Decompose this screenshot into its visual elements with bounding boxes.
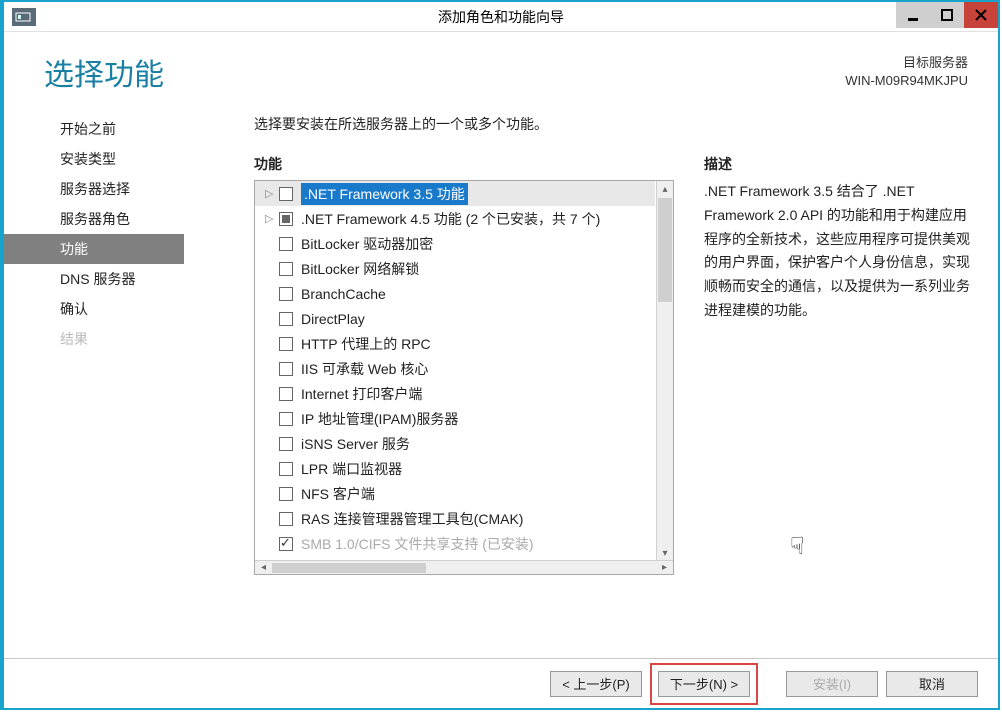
feature-label: DirectPlay [301, 311, 365, 327]
feature-row[interactable]: NFS 客户端 [255, 481, 655, 506]
vertical-scrollbar[interactable]: ▴ ▾ [656, 181, 673, 561]
checkbox[interactable] [279, 287, 293, 301]
wizard-sidebar: 开始之前 安装类型 服务器选择 服务器角色 功能 DNS 服务器 确认 结果 [4, 104, 184, 575]
feature-label: RAS 连接管理器管理工具包(CMAK) [301, 509, 523, 529]
horizontal-scrollbar[interactable]: ◂ ▸ [255, 560, 673, 574]
checkbox[interactable] [279, 437, 293, 451]
checkbox[interactable] [279, 312, 293, 326]
scroll-thumb[interactable] [658, 198, 672, 302]
sidebar-item-server-selection[interactable]: 服务器选择 [4, 174, 184, 204]
sidebar-item-server-roles[interactable]: 服务器角色 [4, 204, 184, 234]
window-title: 添加角色和功能向导 [438, 7, 564, 27]
checkbox[interactable] [279, 412, 293, 426]
checkbox[interactable] [279, 537, 293, 551]
destination-info: 目标服务器 WIN-M09R94MKJPU [845, 54, 968, 90]
feature-label: BitLocker 驱动器加密 [301, 234, 433, 254]
app-icon [12, 8, 36, 26]
checkbox[interactable] [279, 512, 293, 526]
wizard-footer: < 上一步(P) 下一步(N) > 安装(I) 取消 [4, 658, 998, 708]
feature-row[interactable]: RAS 连接管理器管理工具包(CMAK) [255, 506, 655, 531]
feature-label: BitLocker 网络解锁 [301, 259, 419, 279]
close-button[interactable] [964, 2, 998, 28]
feature-row[interactable]: SMB 1.0/CIFS 文件共享支持 (已安装) [255, 531, 655, 556]
destination-name: WIN-M09R94MKJPU [845, 72, 968, 90]
expand-icon[interactable]: ▷ [265, 212, 279, 225]
next-button[interactable]: 下一步(N) > [658, 671, 750, 697]
feature-label: NFS 客户端 [301, 484, 375, 504]
page-title: 选择功能 [44, 50, 164, 94]
scroll-left-icon[interactable]: ◂ [255, 562, 272, 573]
feature-row[interactable]: BitLocker 网络解锁 [255, 256, 655, 281]
feature-listbox: ▷ .NET Framework 3.5 功能 ▷ .NET Framework… [254, 180, 674, 575]
feature-label: Internet 打印客户端 [301, 384, 422, 404]
scroll-down-icon[interactable]: ▾ [657, 545, 673, 561]
expand-icon[interactable]: ▷ [265, 187, 279, 200]
checkbox[interactable] [279, 387, 293, 401]
feature-row[interactable]: iSNS Server 服务 [255, 431, 655, 456]
feature-row[interactable]: ▷ .NET Framework 4.5 功能 (2 个已安装，共 7 个) [255, 206, 655, 231]
sidebar-item-confirm[interactable]: 确认 [4, 294, 184, 324]
checkbox[interactable] [279, 212, 293, 226]
feature-label: LPR 端口监视器 [301, 459, 402, 479]
feature-label: IIS 可承载 Web 核心 [301, 359, 428, 379]
checkbox[interactable] [279, 187, 293, 201]
feature-row[interactable]: ▷ .NET Framework 3.5 功能 [255, 181, 655, 206]
feature-row[interactable]: LPR 端口监视器 [255, 456, 655, 481]
feature-label: IP 地址管理(IPAM)服务器 [301, 409, 458, 429]
checkbox[interactable] [279, 262, 293, 276]
cancel-button[interactable]: 取消 [886, 671, 978, 697]
sidebar-item-features[interactable]: 功能 [4, 234, 184, 264]
previous-button[interactable]: < 上一步(P) [550, 671, 642, 697]
description-label: 描述 [704, 154, 978, 174]
feature-label: HTTP 代理上的 RPC [301, 334, 431, 354]
sidebar-item-before[interactable]: 开始之前 [4, 114, 184, 144]
feature-row[interactable]: HTTP 代理上的 RPC [255, 331, 655, 356]
destination-label: 目标服务器 [845, 54, 968, 72]
feature-row[interactable]: Internet 打印客户端 [255, 381, 655, 406]
feature-row[interactable]: BitLocker 驱动器加密 [255, 231, 655, 256]
checkbox[interactable] [279, 362, 293, 376]
sidebar-item-results: 结果 [4, 324, 184, 354]
checkbox[interactable] [279, 487, 293, 501]
scroll-right-icon[interactable]: ▸ [656, 562, 673, 573]
scroll-up-icon[interactable]: ▴ [657, 181, 673, 198]
description-text: .NET Framework 3.5 结合了 .NET Framework 2.… [704, 180, 978, 323]
feature-row[interactable]: IP 地址管理(IPAM)服务器 [255, 406, 655, 431]
install-button: 安装(I) [786, 671, 878, 697]
sidebar-item-install-type[interactable]: 安装类型 [4, 144, 184, 174]
features-label: 功能 [254, 154, 674, 174]
feature-row[interactable]: BranchCache [255, 281, 655, 306]
next-button-highlight: 下一步(N) > [650, 663, 758, 705]
feature-row[interactable]: IIS 可承载 Web 核心 [255, 356, 655, 381]
sidebar-item-dns[interactable]: DNS 服务器 [4, 264, 184, 294]
feature-label: .NET Framework 4.5 功能 (2 个已安装，共 7 个) [301, 209, 600, 229]
checkbox[interactable] [279, 337, 293, 351]
minimize-button[interactable] [896, 2, 930, 28]
feature-label: .NET Framework 3.5 功能 [301, 183, 468, 205]
feature-label: BranchCache [301, 286, 386, 302]
checkbox[interactable] [279, 237, 293, 251]
instruction-text: 选择要安装在所选服务器上的一个或多个功能。 [254, 114, 894, 134]
scroll-thumb[interactable] [272, 563, 426, 573]
maximize-button[interactable] [930, 2, 964, 28]
feature-row[interactable]: DirectPlay [255, 306, 655, 331]
checkbox[interactable] [279, 462, 293, 476]
titlebar: 添加角色和功能向导 [4, 2, 998, 32]
feature-label: SMB 1.0/CIFS 文件共享支持 (已安装) [301, 534, 534, 554]
feature-label: iSNS Server 服务 [301, 434, 410, 454]
